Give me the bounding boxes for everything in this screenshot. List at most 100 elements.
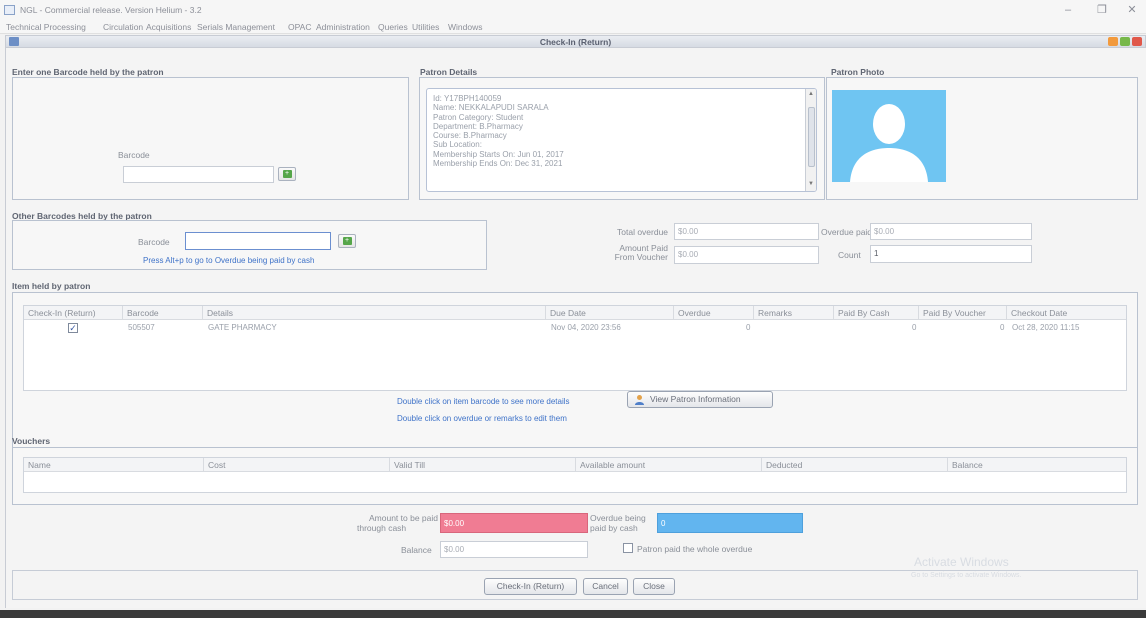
col-voucher-name[interactable]: Name: [24, 458, 204, 472]
patron-avatar: [832, 90, 946, 182]
col-details[interactable]: Details: [203, 306, 546, 320]
close-button[interactable]: Close: [633, 578, 675, 595]
col-due-date[interactable]: Due Date: [546, 306, 674, 320]
amount-cash-label: Amount to be paid through cash: [346, 513, 438, 533]
row-barcode[interactable]: 505507: [128, 323, 155, 332]
barcode-label: Barcode: [118, 150, 150, 160]
amount-paid-voucher-field[interactable]: $0.00: [674, 246, 819, 264]
col-barcode[interactable]: Barcode: [123, 306, 203, 320]
col-remarks[interactable]: Remarks: [754, 306, 834, 320]
patron-detail-line: Membership Ends On: Dec 31, 2021: [433, 159, 563, 169]
menu-bar: Technical Processing Circulation Acquisi…: [0, 20, 1146, 34]
row-paid-cash: 0: [912, 323, 917, 332]
avatar-silhouette-icon: [850, 104, 928, 182]
amount-paid-voucher-label: Amount Paid From Voucher: [608, 244, 668, 262]
other-barcode-input[interactable]: [185, 232, 331, 250]
dialog-maximize-icon[interactable]: [1120, 37, 1130, 46]
scroll-thumb[interactable]: [808, 107, 815, 167]
count-field[interactable]: 1: [870, 245, 1032, 263]
window-titlebar: NGL - Commercial release. Version Helium…: [0, 0, 1146, 20]
scroll-up-icon[interactable]: ▲: [808, 91, 814, 97]
view-patron-info-button[interactable]: View Patron Information: [627, 391, 773, 408]
patron-details-text[interactable]: Id: Y17BPH140059 Name: NEKKALAPUDI SARAL…: [426, 88, 817, 192]
checkin-checkbox[interactable]: ✓: [68, 323, 78, 333]
col-voucher-cost[interactable]: Cost: [204, 458, 390, 472]
row-due-date: Nov 04, 2020 23:56: [551, 323, 621, 332]
overdue-cash-label: Overdue being paid by cash: [590, 513, 654, 533]
col-voucher-balance[interactable]: Balance: [948, 458, 1126, 472]
col-voucher-deducted[interactable]: Deducted: [762, 458, 948, 472]
close-icon[interactable]: ✕: [1124, 3, 1140, 17]
checkin-dialog: Enter one Barcode held by the patron Bar…: [5, 48, 1146, 608]
overdue-paid-field[interactable]: $0.00: [870, 223, 1032, 240]
menu-circulation[interactable]: Circulation: [103, 22, 143, 32]
menu-acquisitions[interactable]: Acquisitions: [146, 22, 191, 32]
patron-detail-line: Course: B.Pharmacy: [433, 131, 507, 141]
whole-overdue-label: Patron paid the whole overdue: [637, 544, 753, 554]
add-icon: +: [282, 170, 292, 178]
col-paid-cash[interactable]: Paid By Cash: [834, 306, 919, 320]
patron-photo-panel: [826, 77, 1138, 200]
row-checkout-date: Oct 28, 2020 11:15: [1012, 323, 1080, 332]
balance-field[interactable]: $0.00: [440, 541, 588, 558]
button-bar: Check-In (Return) Cancel Close: [12, 570, 1138, 600]
row-overdue[interactable]: 0: [746, 323, 750, 332]
minimize-icon[interactable]: –: [1060, 3, 1076, 17]
row-paid-voucher: 0: [1000, 323, 1005, 332]
patron-details-scrollbar[interactable]: ▲ ▼: [805, 89, 816, 191]
menu-serials-management[interactable]: Serials Management: [197, 22, 275, 32]
menu-windows[interactable]: Windows: [448, 22, 482, 32]
col-checkin[interactable]: Check-In (Return): [24, 306, 123, 320]
col-voucher-valid-till[interactable]: Valid Till: [390, 458, 576, 472]
patron-photo-title: Patron Photo: [831, 67, 885, 77]
overdue-paid-label: Overdue paid: [821, 227, 873, 237]
menu-queries[interactable]: Queries: [378, 22, 408, 32]
col-paid-voucher[interactable]: Paid By Voucher: [919, 306, 1007, 320]
row-details: GATE PHARMACY: [208, 323, 277, 332]
patron-details-panel: Id: Y17BPH140059 Name: NEKKALAPUDI SARAL…: [419, 77, 825, 200]
patron-detail-line: Name: NEKKALAPUDI SARALA: [433, 103, 549, 113]
dialog-minimize-icon[interactable]: [1108, 37, 1118, 46]
barcode-section-title: Enter one Barcode held by the patron: [12, 67, 164, 77]
overdue-cash-field[interactable]: 0: [657, 513, 803, 533]
patron-detail-line: Membership Starts On: Jun 01, 2017: [433, 149, 564, 159]
vouchers-table-header: Name Cost Valid Till Available amount De…: [24, 458, 1126, 472]
col-voucher-available[interactable]: Available amount: [576, 458, 762, 472]
other-barcode-label: Barcode: [138, 237, 170, 247]
restore-icon[interactable]: ❐: [1094, 3, 1110, 17]
col-overdue[interactable]: Overdue: [674, 306, 754, 320]
amount-cash-field[interactable]: $0.00: [440, 513, 588, 533]
menu-utilities[interactable]: Utilities: [412, 22, 439, 32]
count-label: Count: [838, 250, 861, 260]
menu-technical-processing[interactable]: Technical Processing: [6, 22, 86, 32]
items-table: Check-In (Return) Barcode Details Due Da…: [23, 305, 1127, 391]
overdue-cash-label-line2: paid by cash: [590, 522, 638, 533]
dialog-titlebar: Check-In (Return): [5, 35, 1146, 48]
amount-cash-label-line2: through cash: [357, 522, 407, 533]
activate-windows-watermark: Activate Windows: [914, 555, 1009, 569]
alt-p-hint: Press Alt+p to go to Overdue being paid …: [143, 256, 315, 265]
app-icon: [4, 5, 15, 15]
col-checkout-date[interactable]: Checkout Date: [1007, 306, 1126, 320]
patron-detail-line: Patron Category: Student: [433, 112, 524, 122]
patron-detail-line: Id: Y17BPH140059: [433, 94, 502, 103]
balance-label: Balance: [401, 545, 432, 555]
menu-administration[interactable]: Administration: [316, 22, 370, 32]
menu-opac[interactable]: OPAC: [288, 22, 311, 32]
taskbar-edge: [0, 610, 1146, 618]
table-row[interactable]: ✓ 505507 GATE PHARMACY Nov 04, 2020 23:5…: [24, 321, 1126, 335]
add-other-barcode-button[interactable]: +: [338, 234, 356, 248]
whole-overdue-checkbox[interactable]: [623, 543, 633, 553]
add-barcode-button[interactable]: +: [278, 167, 296, 181]
barcode-input[interactable]: [123, 166, 274, 183]
checkin-return-button[interactable]: Check-In (Return): [484, 578, 577, 595]
total-overdue-field[interactable]: $0.00: [674, 223, 819, 240]
dialog-close-icon[interactable]: [1132, 37, 1142, 46]
scroll-down-icon[interactable]: ▼: [808, 181, 814, 187]
dialog-title: Check-In (Return): [539, 37, 612, 47]
window-title: NGL - Commercial release. Version Helium…: [20, 5, 202, 15]
user-icon: [634, 394, 645, 405]
barcode-details-hint: Double click on item barcode to see more…: [397, 397, 570, 406]
items-title: Item held by patron: [12, 281, 91, 291]
cancel-button[interactable]: Cancel: [583, 578, 628, 595]
